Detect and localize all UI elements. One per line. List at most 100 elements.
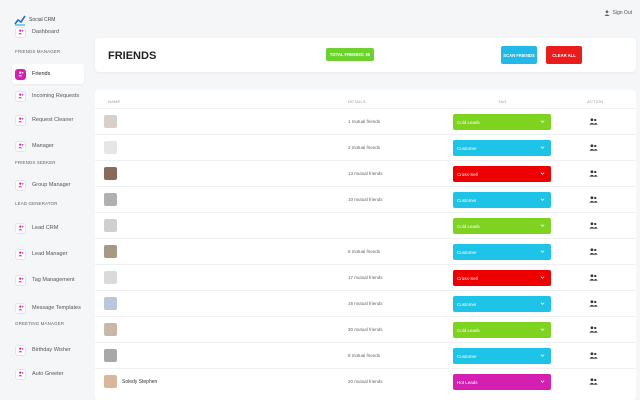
user-plus-icon-wrap [15,26,26,38]
avatar[interactable] [104,349,117,362]
scan-friends-button[interactable]: SCAN FRIENDS [501,46,537,64]
tag-select[interactable]: Hot Leads [453,374,551,390]
table-row: 1 mutual friends Cold Leads [95,108,636,134]
clear-all-button[interactable]: CLEAR ALL [546,46,582,64]
tag-select[interactable]: Customer [453,244,551,260]
top-bar: Social CRM Sign Out [0,0,640,36]
table-row: 13 mutual friends Cross-Sell [95,160,636,186]
sidebar-item[interactable]: Group Manager [12,175,84,195]
sidebar-item-label: Dashboard [32,29,59,35]
add-friend-icon[interactable] [589,326,598,333]
sidebar-item[interactable]: Dashboard [12,22,84,42]
add-friend-icon[interactable] [589,352,598,359]
add-friend-icon[interactable] [589,222,598,229]
tag-select[interactable]: Cold Leads [453,114,551,130]
mutual-friends-count: 13 mutual friends [348,171,383,176]
avatar[interactable] [104,219,117,232]
signout-link[interactable]: Sign Out [603,10,632,16]
tag-label: Customer [457,197,477,203]
table-row: 10 mutual friends Customer [95,186,636,212]
sidebar-section-label: FRIENDS MANAGER [15,49,61,54]
user-plus-icon-wrap [15,344,26,356]
user-plus-icon-wrap [15,222,26,234]
sidebar-item[interactable]: Manager [12,136,84,156]
user-plus-icon-wrap [15,179,26,191]
tag-label: Cold Leads [457,327,480,333]
tag-select[interactable]: Customer [453,348,551,364]
user-plus-icon [17,71,24,77]
user-plus-icon [17,225,24,231]
sidebar-item-label: Friends [32,71,51,77]
tag-select[interactable]: Customer [453,296,551,312]
friend-name[interactable]: Soledy Stephen [122,379,157,385]
chevron-down-icon [540,172,545,175]
table-row: 30 mutual friends Cold Leads [95,316,636,342]
chevron-down-icon [540,276,545,279]
avatar[interactable] [104,141,117,154]
table-row: Soledy Stephen 20 mutual friends Hot Leads [95,368,636,394]
avatar[interactable] [104,167,117,180]
user-icon [603,10,610,16]
add-friend-icon[interactable] [589,248,598,255]
user-plus-icon-wrap [15,68,26,80]
user-plus-icon-wrap [15,90,26,102]
sidebar-item[interactable]: Friends [12,64,84,84]
tag-select[interactable]: Customer [453,140,551,156]
chevron-down-icon [540,224,545,227]
tag-select[interactable]: Customer [453,192,551,208]
tag-label: Cold Leads [457,119,480,125]
mutual-friends-count: 8 mutual friends [348,353,381,358]
tag-label: Hot Leads [457,379,478,385]
mutual-friends-count: 16 mutual friends [348,301,383,306]
user-plus-icon-wrap [15,368,26,380]
tag-select[interactable]: Cross-Sell [453,270,551,286]
tag-select[interactable]: Cross-Sell [453,166,551,182]
page-title: FRIENDS [108,50,157,62]
add-friend-icon[interactable] [589,118,598,125]
friends-table: NAME DETAILS TAG ACTION 1 mutual friends… [95,90,636,400]
column-header-action: ACTION [587,99,604,104]
sidebar-item[interactable]: Lead CRM [12,218,84,238]
add-friend-icon[interactable] [589,170,598,177]
mutual-friends-count: 2 mutual friends [348,145,381,150]
avatar[interactable] [104,115,117,128]
sidebar-item[interactable]: Request Cleaner [12,110,84,130]
avatar[interactable] [104,245,117,258]
table-row: 16 mutual friends Customer [95,290,636,316]
sidebar-item[interactable]: Auto Greeter [12,364,84,384]
sidebar-item-label: Group Manager [32,182,71,188]
avatar[interactable] [104,375,117,388]
chevron-down-icon [540,250,545,253]
chevron-down-icon [540,328,545,331]
column-header-tag: TAG [498,99,507,104]
avatar[interactable] [104,271,117,284]
avatar[interactable] [104,193,117,206]
sidebar-item[interactable]: Birthday Wisher [12,340,84,360]
chevron-down-icon [540,146,545,149]
sidebar-section-label: FRIENDS SEEKER [15,160,56,165]
add-friend-icon[interactable] [589,274,598,281]
sidebar-item[interactable]: Incoming Requests [12,86,84,106]
avatar[interactable] [104,297,117,310]
tag-label: Customer [457,249,477,255]
sidebar: Dashboard FRIENDS MANAGER Friends Incoming … [0,26,86,400]
user-plus-icon-wrap [15,140,26,152]
avatar[interactable] [104,323,117,336]
add-friend-icon[interactable] [589,196,598,203]
user-plus-icon-wrap [15,302,26,314]
sidebar-item[interactable]: Message Templates [12,298,84,318]
user-plus-icon [17,182,24,188]
sidebar-item[interactable]: Lead Manager [12,244,84,264]
add-friend-icon[interactable] [589,300,598,307]
sidebar-item-label: Lead Manager [32,251,68,257]
add-friend-icon[interactable] [589,144,598,151]
mutual-friends-count: 17 mutual friends [348,275,383,280]
tag-select[interactable]: Cold Leads [453,218,551,234]
add-friend-icon[interactable] [589,378,598,385]
sidebar-item[interactable]: Tag Management [12,270,84,290]
sidebar-item-label: Manager [32,143,54,149]
sidebar-section-label: LEAD GENERATOR [15,201,58,206]
user-plus-icon [17,277,24,283]
tag-select[interactable]: Cold Leads [453,322,551,338]
column-header-name: NAME [108,99,121,104]
